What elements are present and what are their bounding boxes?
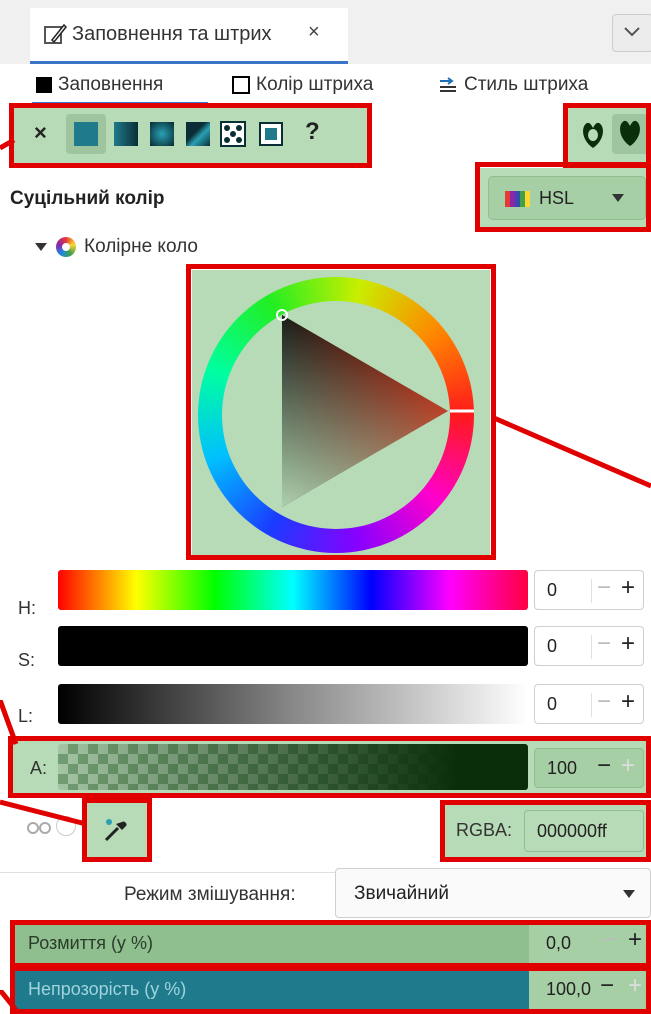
tab-stroke-paint[interactable]: Колір штриха [232, 74, 373, 96]
tab-stroke-style-label: Стиль штриха [464, 74, 589, 95]
hue-increment[interactable]: + [621, 574, 635, 602]
alpha-increment[interactable]: + [621, 752, 635, 780]
fill-square-icon [36, 77, 52, 93]
saturation-value[interactable]: 0 [547, 636, 557, 657]
opacity-decrement[interactable]: − [600, 972, 614, 1000]
linear-gradient-button[interactable] [114, 122, 138, 146]
swatch-button[interactable] [258, 121, 284, 147]
no-paint-button[interactable]: × [34, 120, 47, 146]
opacity-value[interactable]: 100,0 [546, 979, 591, 1000]
alpha-label: A: [30, 758, 48, 778]
blur-value[interactable]: 0,0 [546, 933, 571, 954]
alpha-slider[interactable] [58, 744, 528, 790]
hue-decrement[interactable]: − [597, 574, 611, 602]
blur-label: Розмиття (у %) [28, 933, 153, 953]
opacity-increment[interactable]: + [628, 972, 642, 1000]
evenodd-icon [583, 122, 603, 148]
blend-mode-label: Режим змішування: [124, 884, 296, 905]
blur-increment[interactable]: + [628, 926, 642, 954]
fill-rule-nonzero-button[interactable] [612, 114, 648, 154]
chevron-down-icon [624, 27, 640, 37]
color-mode-dropdown[interactable]: HSL [488, 176, 646, 220]
fill-stroke-tab[interactable]: Заповнення та штрих × [30, 8, 348, 64]
callout-line [0, 990, 18, 1012]
lightness-value[interactable]: 0 [547, 694, 557, 715]
spin-separator [591, 693, 592, 717]
pattern-icon [220, 121, 246, 147]
saturation-increment[interactable]: + [621, 630, 635, 658]
tab-stroke-style[interactable]: Стиль штриха [438, 74, 588, 96]
hue-spinbox[interactable]: 0 − + [534, 570, 644, 610]
rgba-input[interactable]: 000000ff [524, 810, 644, 852]
color-wheel-expander[interactable]: Колірне коло [34, 236, 198, 258]
blend-mode-dropdown[interactable]: Звичайний [335, 868, 651, 918]
callout-line [493, 415, 651, 489]
color-bars-icon [505, 191, 530, 207]
radial-gradient-button[interactable] [150, 122, 174, 146]
color-wheel-label: Колірне коло [84, 236, 198, 257]
active-tab-indicator [32, 102, 208, 105]
fill-stroke-tab-title: Заповнення та штрих [72, 23, 272, 45]
alpha-decrement[interactable]: − [597, 752, 611, 780]
color-wheel-icon [56, 237, 76, 257]
rgba-label: RGBA: [456, 820, 513, 840]
saturation-spinbox[interactable]: 0 − + [534, 626, 644, 666]
color-mode-value: HSL [539, 188, 575, 208]
opacity-label: Непрозорість (у %) [28, 979, 187, 999]
lightness-spinbox[interactable]: 0 − + [534, 684, 644, 724]
tab-stroke-paint-label: Колір штриха [256, 74, 374, 95]
alpha-value[interactable]: 100 [547, 758, 577, 779]
dropdown-arrow-icon [623, 890, 635, 898]
tab-menu-button[interactable] [612, 14, 651, 52]
color-picker-button[interactable] [86, 802, 148, 858]
spin-separator [591, 579, 592, 603]
saturation-label: S: [18, 650, 36, 670]
saturation-decrement[interactable]: − [597, 630, 611, 658]
close-tab-icon[interactable]: × [308, 21, 320, 44]
eyedropper-icon [104, 819, 127, 842]
dropdown-arrow-icon [612, 194, 624, 202]
tab-fill-label: Заповнення [58, 74, 164, 95]
hue-label: H: [18, 598, 36, 618]
blur-decrement[interactable]: − [602, 926, 616, 954]
unset-paint-button[interactable]: ? [305, 118, 320, 146]
lightness-slider[interactable] [58, 684, 528, 724]
lightness-decrement[interactable]: − [597, 688, 611, 716]
hue-value[interactable]: 0 [547, 580, 557, 601]
expander-triangle-icon [35, 243, 47, 251]
tab-fill[interactable]: Заповнення [36, 74, 163, 96]
callout-line [0, 700, 19, 745]
mesh-gradient-button[interactable] [186, 122, 210, 146]
rgba-value[interactable]: 000000ff [537, 821, 607, 842]
stroke-square-icon [232, 76, 250, 94]
hue-slider[interactable] [58, 570, 528, 610]
spin-separator [591, 635, 592, 659]
fill-rule-evenodd-button[interactable] [578, 118, 608, 152]
callout-line [0, 799, 87, 827]
nonzero-icon [620, 120, 640, 146]
lightness-label: L: [18, 706, 34, 726]
swatch-icon [259, 122, 283, 146]
callout-line [0, 137, 16, 150]
fill-stroke-icon [44, 23, 68, 44]
lightness-increment[interactable]: + [621, 688, 635, 716]
alpha-spinbox[interactable]: 100 − + [534, 748, 644, 788]
flat-color-button[interactable] [66, 114, 106, 154]
flat-color-icon [74, 122, 98, 146]
pattern-button[interactable] [220, 121, 246, 147]
saturation-slider[interactable] [58, 626, 528, 666]
section-title: Суцільний колір [10, 188, 165, 209]
stroke-style-icon [440, 77, 456, 92]
sv-triangle[interactable] [198, 277, 474, 553]
blend-mode-value: Звичайний [354, 883, 449, 904]
